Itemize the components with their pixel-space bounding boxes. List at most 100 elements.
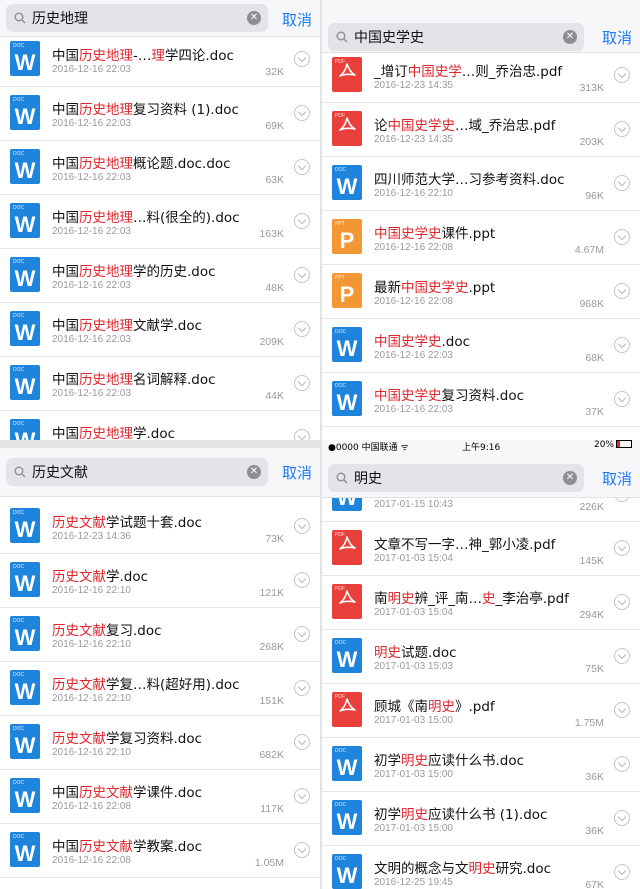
file-row[interactable]: DOC W 中国历史文献学教案.doc 2016-12-16 22:08 1.05M xyxy=(0,824,320,878)
expand-chevron-icon[interactable] xyxy=(294,213,310,229)
file-size: 209K xyxy=(259,336,284,348)
search-input[interactable]: 明史 ✕ xyxy=(328,464,584,492)
file-row[interactable]: DOC W 中国历史地理-…理学四论.doc 2016-12-16 22:03 32K xyxy=(0,33,320,87)
expand-chevron-icon[interactable] xyxy=(614,594,630,610)
file-row[interactable]: DOC W 历史文献学复习资料.doc 2016-12-16 22:10 682K xyxy=(0,716,320,770)
expand-chevron-icon[interactable] xyxy=(614,175,630,191)
expand-chevron-icon[interactable] xyxy=(294,429,310,440)
clear-icon[interactable]: ✕ xyxy=(563,471,577,485)
file-name: 中国历史地理名词解释.doc xyxy=(52,368,216,388)
expand-chevron-icon[interactable] xyxy=(294,788,310,804)
file-row[interactable]: PDF _增订中国史学…则_乔治忠.pdf 2016-12-23 14:35 313K xyxy=(322,49,640,103)
doc-file-icon: DOCW xyxy=(10,419,40,440)
file-row[interactable]: DOC W 历史文献学试题十套.doc 2016-12-23 14:36 73K xyxy=(0,500,320,554)
file-row[interactable]: DOC W 历史文献复习.doc 2016-12-16 22:10 268K xyxy=(0,608,320,662)
match-highlight: 历史地理 xyxy=(79,210,133,226)
file-row[interactable]: DOC W 初学明史应读什么书 (1).doc 2017-01-03 15:00 36K xyxy=(322,792,640,846)
file-row[interactable]: PDF 顾城《南明史》.pdf 2017-01-03 15:00 1.75M xyxy=(322,684,640,738)
clear-icon[interactable]: ✕ xyxy=(247,465,261,479)
file-date: 2016-12-23 14:35 xyxy=(374,80,453,91)
search-input[interactable]: 历史地理 ✕ xyxy=(6,4,268,32)
file-row[interactable]: DOC W 中国历史地理文献学.doc 2016-12-16 22:03 209K xyxy=(0,303,320,357)
file-row[interactable]: DOC W 文明的概念与文明史研究.doc 2016-12-25 19:45 67K xyxy=(322,846,640,889)
file-row[interactable]: DOC W 中国史学史复习资料.doc 2016-12-16 22:03 37K xyxy=(322,373,640,427)
cancel-button[interactable]: 取消 xyxy=(282,462,312,483)
expand-chevron-icon[interactable] xyxy=(294,842,310,858)
file-row[interactable]: DOC W 历史文献学.doc 2016-12-16 22:10 121K xyxy=(0,554,320,608)
file-row[interactable]: DOC W 初学明史应读什么书.doc 2017-01-03 15:00 36K xyxy=(322,738,640,792)
file-row[interactable]: PPT P 中国史学史课件.ppt 2016-12-16 22:08 4.67M xyxy=(322,211,640,265)
clear-icon[interactable]: ✕ xyxy=(247,11,261,25)
expand-chevron-icon[interactable] xyxy=(294,680,310,696)
clear-icon[interactable]: ✕ xyxy=(563,30,577,44)
file-row[interactable]: PDF 文章不写一字…神_郭小凌.pdf 2017-01-03 15:04 145K xyxy=(322,522,640,576)
expand-chevron-icon[interactable] xyxy=(294,267,310,283)
file-size: 73K xyxy=(265,533,284,545)
expand-chevron-icon[interactable] xyxy=(614,283,630,299)
expand-chevron-icon[interactable] xyxy=(614,756,630,772)
file-row[interactable]: DOC W 中国历史地理复习资料 (1).doc 2016-12-16 22:03 69… xyxy=(0,87,320,141)
file-row[interactable]: PPT P 最新中国史学史.ppt 2016-12-16 22:08 968K xyxy=(322,265,640,319)
name-text: 文章不写一字…神_郭小凌.pdf xyxy=(374,537,556,553)
file-date: 2017-01-03 15:04 xyxy=(374,607,453,618)
name-text: 学试题十套.doc xyxy=(106,515,203,531)
name-text: 概论题.doc.doc xyxy=(133,156,231,172)
match-highlight: 历史文献 xyxy=(52,569,106,585)
expand-chevron-icon[interactable] xyxy=(614,67,630,83)
name-text: 中国 xyxy=(52,102,79,118)
file-row[interactable]: DOC W 明史试题.doc 2017-01-03 15:03 75K xyxy=(322,630,640,684)
cancel-button[interactable]: 取消 xyxy=(602,468,632,489)
expand-chevron-icon[interactable] xyxy=(614,121,630,137)
expand-chevron-icon[interactable] xyxy=(294,375,310,391)
match-highlight: 理 xyxy=(151,48,165,64)
file-row[interactable]: DOC W 中国史学史.doc 2016-12-16 22:03 68K xyxy=(322,319,640,373)
expand-chevron-icon[interactable] xyxy=(294,518,310,534)
expand-chevron-icon[interactable] xyxy=(294,734,310,750)
name-text: 文献学.doc xyxy=(133,318,203,334)
search-icon xyxy=(14,12,26,24)
name-text: 文明的概念与文 xyxy=(374,861,469,877)
expand-chevron-icon[interactable] xyxy=(614,337,630,353)
expand-chevron-icon[interactable] xyxy=(294,51,310,67)
expand-chevron-icon[interactable] xyxy=(614,648,630,664)
file-date: 2016-12-16 22:03 xyxy=(52,280,131,291)
file-row[interactable]: DOC W 中国历史地理概论题.doc.doc 2016-12-16 22:03 63K xyxy=(0,141,320,195)
file-name: _增订中国史学…则_乔治忠.pdf xyxy=(374,60,562,80)
expand-chevron-icon[interactable] xyxy=(614,864,630,880)
search-input[interactable]: 历史文献 ✕ xyxy=(6,458,268,486)
file-size: 151K xyxy=(259,695,284,707)
file-row[interactable]: DOCW中国历史地理学.doc2016-12-16 22:0361K xyxy=(0,411,320,440)
file-row[interactable]: DOC W 中国历史地理学的历史.doc 2016-12-16 22:03 48K xyxy=(0,249,320,303)
expand-chevron-icon[interactable] xyxy=(614,702,630,718)
search-input[interactable]: 中国史学史 ✕ xyxy=(328,23,584,51)
expand-chevron-icon[interactable] xyxy=(294,626,310,642)
file-name: 中国历史地理复习资料 (1).doc xyxy=(52,98,239,118)
name-text: 学复…料(超好用).doc xyxy=(106,677,240,693)
expand-chevron-icon[interactable] xyxy=(614,229,630,245)
file-row[interactable]: DOC W 四川师范大学…习参考资料.doc 2016-12-16 22:10 96K xyxy=(322,157,640,211)
match-highlight: 历史地理 xyxy=(79,156,133,172)
expand-chevron-icon[interactable] xyxy=(294,105,310,121)
doc-file-icon: DOCW xyxy=(332,638,362,673)
file-row[interactable]: PDF 南明史辨_评_南…史_李治亭.pdf 2017-01-03 15:04 294… xyxy=(322,576,640,630)
file-date: 2016-12-16 22:03 xyxy=(52,172,131,183)
expand-chevron-icon[interactable] xyxy=(294,572,310,588)
file-row[interactable]: DOC W 中国历史地理名词解释.doc 2016-12-16 22:03 44K xyxy=(0,357,320,411)
expand-chevron-icon[interactable] xyxy=(614,540,630,556)
expand-chevron-icon[interactable] xyxy=(614,810,630,826)
expand-chevron-icon[interactable] xyxy=(614,391,630,407)
file-row[interactable]: DOC W 中国历史地理…料(很全的).doc 2016-12-16 22:03 163… xyxy=(0,195,320,249)
doc-file-icon: DOCW xyxy=(332,746,362,781)
file-row[interactable]: DOC W 中国历史文献学课件.doc 2016-12-16 22:08 117K xyxy=(0,770,320,824)
file-size: 63K xyxy=(265,174,284,186)
file-row[interactable]: DOC W 历史文献学复…料(超好用).doc 2016-12-16 22:10 151… xyxy=(0,662,320,716)
expand-chevron-icon[interactable] xyxy=(294,321,310,337)
file-date: 2016-12-23 14:35 xyxy=(374,134,453,145)
cancel-button[interactable]: 取消 xyxy=(282,9,312,30)
doc-file-icon: DOCW xyxy=(10,724,40,759)
cancel-button[interactable]: 取消 xyxy=(602,27,632,48)
match-highlight: 中国史学史 xyxy=(374,334,442,350)
file-row[interactable]: PDF 论中国史学史…域_乔治忠.pdf 2016-12-23 14:35 203K xyxy=(322,103,640,157)
expand-chevron-icon[interactable] xyxy=(294,159,310,175)
doc-file-icon: DOCW xyxy=(10,832,40,867)
